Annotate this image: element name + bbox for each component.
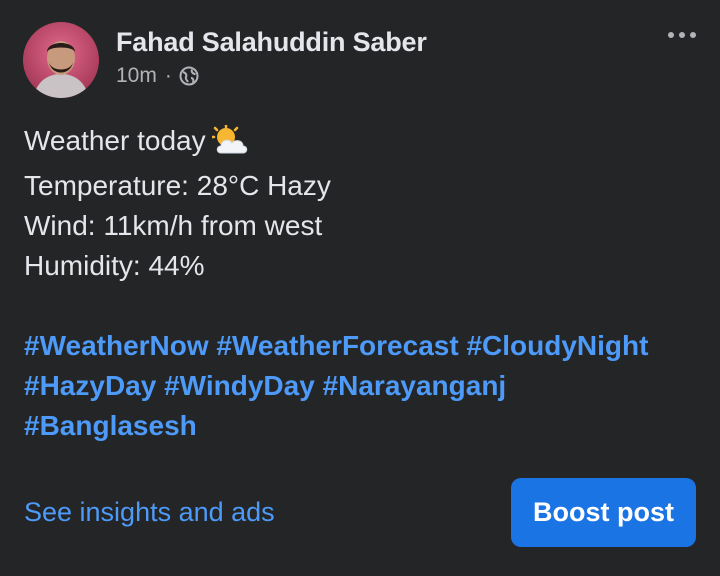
wind-line: Wind: 11km/h from west	[24, 210, 323, 241]
separator-dot: ·	[164, 64, 172, 87]
globe-icon[interactable]	[179, 66, 199, 86]
hashtag-link[interactable]: #WeatherNow	[24, 330, 209, 361]
post-meta: Fahad Salahuddin Saber 10m ·	[116, 25, 427, 89]
sun-behind-cloud-icon	[210, 123, 250, 166]
hashtag-row: #Banglasesh	[24, 406, 700, 446]
humidity-line: Humidity: 44%	[24, 250, 205, 281]
author-name[interactable]: Fahad Salahuddin Saber	[116, 25, 427, 59]
hashtag-row: #WeatherNow #WeatherForecast #CloudyNigh…	[24, 326, 700, 366]
post-footer: See insights and ads Boost post	[24, 478, 696, 547]
post-header: Fahad Salahuddin Saber 10m ·	[23, 22, 427, 98]
hashtag-link[interactable]: #WeatherForecast	[216, 330, 458, 361]
post-body: Weather today Temperature: 28°C Hazy Win…	[24, 121, 700, 446]
more-dot	[668, 32, 674, 38]
temperature-line: Temperature: 28°C Hazy	[24, 170, 331, 201]
weather-heading: Weather today	[24, 125, 206, 156]
hashtag-link[interactable]: #WindyDay	[164, 370, 315, 401]
post-timestamp[interactable]: 10m	[116, 63, 157, 89]
body-line: Weather today	[24, 121, 700, 166]
hashtag-link[interactable]: #CloudyNight	[466, 330, 648, 361]
boost-post-button[interactable]: Boost post	[511, 478, 696, 547]
avatar-photo	[23, 22, 99, 98]
post-card: Fahad Salahuddin Saber 10m · Weather tod…	[0, 0, 720, 576]
more-dot	[690, 32, 696, 38]
hashtag-link[interactable]: #Banglasesh	[24, 410, 197, 441]
more-options-icon[interactable]	[664, 28, 700, 42]
more-dot	[679, 32, 685, 38]
post-subline: 10m ·	[116, 63, 427, 89]
hashtag-link[interactable]: #Narayanganj	[323, 370, 507, 401]
hashtag-link[interactable]: #HazyDay	[24, 370, 156, 401]
see-insights-link[interactable]: See insights and ads	[24, 497, 275, 528]
avatar[interactable]	[23, 22, 99, 98]
hashtag-row: #HazyDay #WindyDay #Narayanganj	[24, 366, 700, 406]
hashtags: #WeatherNow #WeatherForecast #CloudyNigh…	[24, 326, 700, 446]
